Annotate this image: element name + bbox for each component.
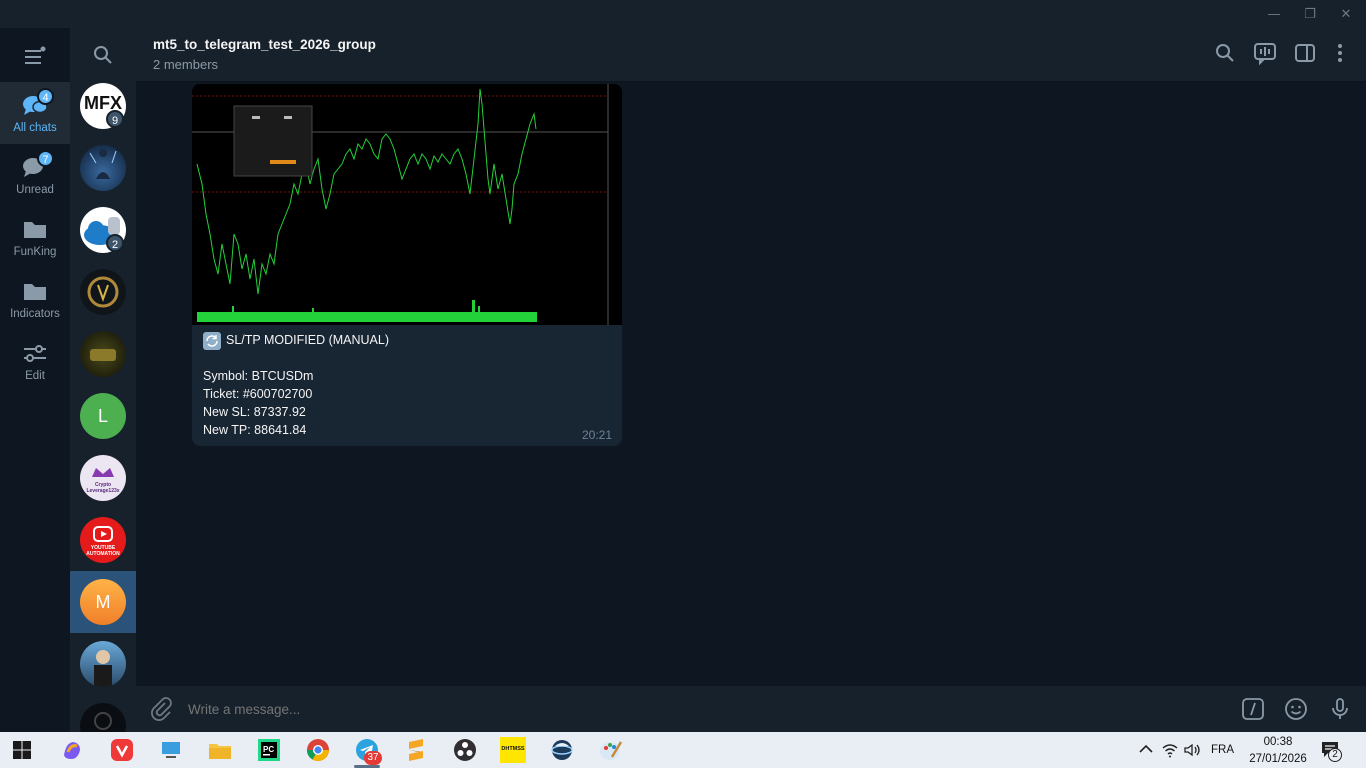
message-symbol: Symbol: BTCUSDm xyxy=(203,369,314,383)
chat-members-count: 2 members xyxy=(153,57,219,72)
taskbar: PC 37 DHTMSS FRA 00:38 27/01/2026 2 xyxy=(0,732,1366,768)
chat-avatar-dark[interactable] xyxy=(80,703,126,732)
folder-label: Unread xyxy=(16,184,54,196)
folder-funking[interactable]: FunKing xyxy=(0,206,70,268)
voice-chat-icon[interactable] xyxy=(1252,40,1278,66)
this-pc-icon[interactable] xyxy=(158,737,184,763)
file-explorer-icon[interactable] xyxy=(207,737,233,763)
vpn-globe-icon[interactable] xyxy=(549,737,575,763)
chat-avatar-m-selected[interactable]: M xyxy=(80,579,126,625)
chrome-icon[interactable] xyxy=(305,737,331,763)
folder-label: Indicators xyxy=(10,308,60,320)
message-heading: SL/TP MODIFIED (MANUAL) xyxy=(226,333,389,347)
close-button[interactable]: ✕ xyxy=(1331,4,1361,26)
chat-header: mt5_to_telegram_test_2026_group 2 member… xyxy=(136,28,1366,82)
message-new-sl: New SL: 87337.92 xyxy=(203,405,306,419)
unread-badge: 9 xyxy=(106,110,124,128)
vivaldi-icon[interactable] xyxy=(109,737,135,763)
folder-label: All chats xyxy=(13,122,57,134)
avatar-initial: L xyxy=(97,406,108,426)
sublime-text-icon[interactable] xyxy=(403,737,429,763)
folder-label: FunKing xyxy=(13,246,57,258)
pycharm-icon[interactable]: PC xyxy=(256,737,282,763)
telegram-taskbar-icon[interactable]: 37 xyxy=(354,737,382,765)
windows-start-icon[interactable] xyxy=(9,737,35,763)
keyboard-language[interactable]: FRA xyxy=(1211,744,1234,756)
volume-icon[interactable] xyxy=(1183,741,1201,759)
paint-icon[interactable] xyxy=(598,737,624,763)
restore-button[interactable]: ❐ xyxy=(1295,4,1325,26)
copilot-icon[interactable] xyxy=(59,737,85,763)
chat-title[interactable]: mt5_to_telegram_test_2026_group xyxy=(153,37,376,52)
chat-avatar-gold[interactable] xyxy=(80,331,126,377)
window-titlebar: — ❐ ✕ xyxy=(0,0,1366,28)
clock-date[interactable]: 27/01/2026 xyxy=(1238,753,1318,765)
search-icon[interactable] xyxy=(90,42,116,68)
obs-icon[interactable] xyxy=(452,737,478,763)
message-time: 20:21 xyxy=(581,428,612,442)
emoji-icon[interactable] xyxy=(1283,696,1309,722)
chat-avatar-crypto-logo[interactable] xyxy=(80,269,126,315)
folder-unread[interactable]: 7 Unread xyxy=(0,144,70,206)
bot-commands-icon[interactable] xyxy=(1240,696,1266,722)
folder-badge: 7 xyxy=(37,150,54,167)
notification-count: 2 xyxy=(1328,748,1342,762)
folder-icon xyxy=(22,216,48,242)
message-ticket: Ticket: #600702700 xyxy=(203,387,313,401)
chat-list: MFX 9 2 L Crypto Leverage123x YOUTUBE AU… xyxy=(70,28,136,732)
more-options-icon[interactable] xyxy=(1327,40,1353,66)
folder-edit[interactable]: Edit xyxy=(0,330,70,392)
sliders-icon xyxy=(22,340,48,366)
wifi-icon[interactable] xyxy=(1161,741,1179,759)
telegram-unread-badge: 37 xyxy=(364,751,382,765)
chat-avatar-man[interactable] xyxy=(80,641,126,687)
search-icon[interactable] xyxy=(1212,40,1238,66)
minimize-button[interactable]: — xyxy=(1259,4,1289,26)
app-label: DHTMSS xyxy=(501,746,525,752)
message-new-tp: New TP: 88641.84 xyxy=(203,423,307,437)
chat-avatar-l[interactable]: L xyxy=(80,393,126,439)
message-composer xyxy=(136,686,1366,732)
folder-icon xyxy=(22,278,48,304)
unread-badge: 2 xyxy=(106,234,124,252)
menu-icon[interactable] xyxy=(22,44,48,70)
sidebar-toggle-icon[interactable] xyxy=(1292,40,1318,66)
folder-all-chats[interactable]: 4 All chats xyxy=(0,82,70,144)
chat-avatar-meditation[interactable] xyxy=(80,145,126,191)
refresh-icon xyxy=(203,332,221,350)
svg-text:PC: PC xyxy=(263,745,274,754)
message-input[interactable] xyxy=(188,698,1088,720)
messages-area: SL/TP MODIFIED (MANUAL) Symbol: BTCUSDm … xyxy=(136,82,1366,686)
chart-screenshot-image[interactable] xyxy=(192,84,622,325)
clock-time[interactable]: 00:38 xyxy=(1238,736,1318,748)
folder-label: Edit xyxy=(25,370,45,382)
folder-sidebar: 4 All chats 7 Unread FunKing Indicators … xyxy=(0,28,70,732)
folder-indicators[interactable]: Indicators xyxy=(0,268,70,330)
avatar-text: YOUTUBE AUTOMATION xyxy=(86,545,120,557)
notification-center-icon[interactable]: 2 xyxy=(1320,740,1342,762)
avatar-initial: M xyxy=(95,592,111,612)
folder-badge: 4 xyxy=(37,88,54,105)
message-bubble[interactable]: SL/TP MODIFIED (MANUAL) Symbol: BTCUSDm … xyxy=(192,84,622,446)
avatar-text: Crypto Leverage123x xyxy=(86,482,120,494)
dhtmss-app-icon[interactable]: DHTMSS xyxy=(500,737,526,763)
attach-icon[interactable] xyxy=(148,696,174,722)
microphone-icon[interactable] xyxy=(1327,696,1353,722)
chat-avatar-crypto-leverage[interactable]: Crypto Leverage123x xyxy=(80,455,126,501)
chat-avatar-youtube[interactable]: YOUTUBE AUTOMATION xyxy=(80,517,126,563)
tray-chevron-up-icon[interactable] xyxy=(1137,740,1155,758)
